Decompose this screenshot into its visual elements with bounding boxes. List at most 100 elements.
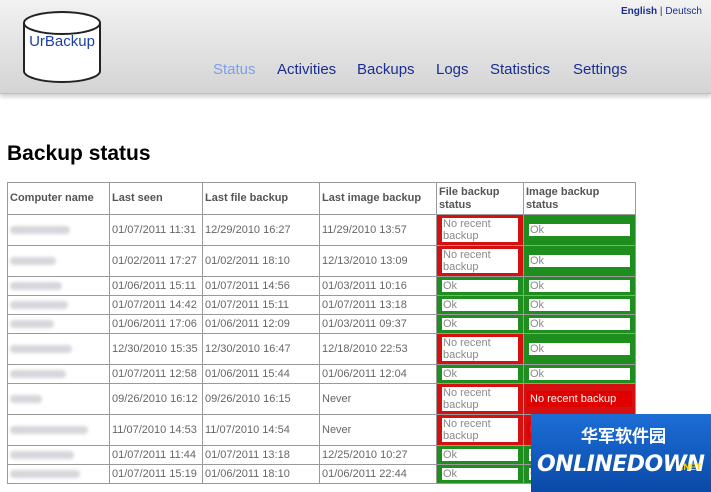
image-backup-status-cell: Ok [523, 314, 636, 334]
last-file-backup-cell: 01/06/2011 12:09 [202, 314, 320, 334]
nav-logs[interactable]: Logs [436, 61, 469, 78]
file-status-badge: Ok [440, 297, 520, 313]
computer-name-cell [7, 464, 110, 484]
page-title: Backup status [7, 142, 151, 165]
image-backup-status-cell: Ok [523, 245, 636, 277]
image-status-badge: No recent backup [527, 391, 632, 407]
watermark-english-text: ONLINEDOWN [537, 452, 705, 477]
computer-name-cell [7, 414, 110, 446]
blurred-computer-name [10, 226, 70, 235]
nav-statistics[interactable]: Statistics [490, 61, 550, 78]
image-backup-status-cell: No recent backup [523, 383, 636, 415]
image-backup-status-cell: Ok [523, 333, 636, 365]
lang-separator: | [659, 6, 663, 17]
last-image-backup-cell: 12/18/2010 22:53 [319, 333, 437, 365]
file-backup-status-cell: No recent backup [436, 383, 524, 415]
table-row[interactable]: 01/02/2011 17:27 01/02/2011 18:10 12/13/… [7, 245, 636, 277]
col-last-file-backup[interactable]: Last file backup [202, 182, 320, 215]
image-status-badge: Ok [527, 253, 632, 269]
last-seen-cell: 09/26/2010 16:12 [109, 383, 203, 415]
last-seen-cell: 01/07/2011 14:42 [109, 295, 203, 315]
computer-name-cell [7, 245, 110, 277]
last-image-backup-cell: 01/06/2011 12:04 [319, 364, 437, 384]
last-seen-cell: 11/07/2010 14:53 [109, 414, 203, 446]
last-file-backup-cell: 01/07/2011 13:18 [202, 445, 320, 465]
last-file-backup-cell: 01/07/2011 15:11 [202, 295, 320, 315]
last-file-backup-cell: 09/26/2010 16:15 [202, 383, 320, 415]
nav-settings[interactable]: Settings [573, 61, 627, 78]
file-status-badge: Ok [440, 278, 520, 294]
file-backup-status-cell: Ok [436, 445, 524, 465]
last-seen-cell: 01/07/2011 11:44 [109, 445, 203, 465]
image-status-badge: Ok [527, 297, 632, 313]
computer-name-cell [7, 364, 110, 384]
file-backup-status-cell: No recent backup [436, 414, 524, 446]
nav-status[interactable]: Status [213, 61, 256, 78]
last-file-backup-cell: 12/29/2010 16:27 [202, 214, 320, 246]
table-row[interactable]: 01/07/2011 12:58 01/06/2011 15:44 01/06/… [7, 364, 636, 384]
table-row[interactable]: 01/06/2011 15:11 01/07/2011 14:56 01/03/… [7, 276, 636, 296]
computer-name-cell [7, 333, 110, 365]
file-status-badge: No recent backup [440, 216, 520, 244]
last-image-backup-cell: 01/03/2011 10:16 [319, 276, 437, 296]
last-image-backup-cell: Never [319, 383, 437, 415]
image-backup-status-cell: Ok [523, 295, 636, 315]
computer-name-cell [7, 314, 110, 334]
watermark-net-text: .NET [681, 462, 702, 472]
computer-name-cell [7, 214, 110, 246]
last-image-backup-cell: 01/07/2011 13:18 [319, 295, 437, 315]
urbackup-logo[interactable]: UrBackup [22, 9, 102, 85]
last-image-backup-cell: Never [319, 414, 437, 446]
file-backup-status-cell: Ok [436, 295, 524, 315]
table-row[interactable]: 01/06/2011 17:06 01/06/2011 12:09 01/03/… [7, 314, 636, 334]
last-image-backup-cell: 01/03/2011 09:37 [319, 314, 437, 334]
blurred-computer-name [10, 282, 62, 291]
file-status-badge: No recent backup [440, 247, 520, 275]
col-file-backup-status[interactable]: File backup status [436, 182, 524, 215]
blurred-computer-name [10, 470, 80, 479]
last-image-backup-cell: 11/29/2010 13:57 [319, 214, 437, 246]
nav-activities[interactable]: Activities [277, 61, 336, 78]
nav-backups[interactable]: Backups [357, 61, 415, 78]
last-seen-cell: 01/06/2011 17:06 [109, 314, 203, 334]
logo-text: UrBackup [29, 33, 95, 50]
last-file-backup-cell: 01/07/2011 14:56 [202, 276, 320, 296]
lang-english[interactable]: English [621, 6, 657, 17]
last-seen-cell: 12/30/2010 15:35 [109, 333, 203, 365]
col-last-image-backup[interactable]: Last image backup [319, 182, 437, 215]
table-row[interactable]: 01/07/2011 11:31 12/29/2010 16:27 11/29/… [7, 214, 636, 246]
blurred-computer-name [10, 395, 42, 404]
file-backup-status-cell: No recent backup [436, 214, 524, 246]
last-image-backup-cell: 01/06/2011 22:44 [319, 464, 437, 484]
language-switcher: English | Deutsch [621, 6, 702, 17]
col-computer-name[interactable]: Computer name [7, 182, 110, 215]
computer-name-cell [7, 445, 110, 465]
file-status-badge: No recent backup [440, 416, 520, 444]
image-status-badge: Ok [527, 341, 632, 357]
table-row[interactable]: 09/26/2010 16:12 09/26/2010 16:15 Never … [7, 383, 636, 415]
image-backup-status-cell: Ok [523, 276, 636, 296]
blurred-computer-name [10, 370, 66, 379]
file-backup-status-cell: Ok [436, 314, 524, 334]
image-backup-status-cell: Ok [523, 214, 636, 246]
file-backup-status-cell: Ok [436, 276, 524, 296]
blurred-computer-name [10, 451, 74, 460]
col-last-seen[interactable]: Last seen [109, 182, 203, 215]
table-row[interactable]: 12/30/2010 15:35 12/30/2010 16:47 12/18/… [7, 333, 636, 365]
file-status-badge: No recent backup [440, 385, 520, 413]
table-row[interactable]: 01/07/2011 14:42 01/07/2011 15:11 01/07/… [7, 295, 636, 315]
file-status-badge: Ok [440, 316, 520, 332]
col-image-backup-status[interactable]: Image backup status [523, 182, 636, 215]
last-file-backup-cell: 12/30/2010 16:47 [202, 333, 320, 365]
computer-name-cell [7, 295, 110, 315]
last-file-backup-cell: 01/06/2011 15:44 [202, 364, 320, 384]
computer-name-cell [7, 276, 110, 296]
last-seen-cell: 01/07/2011 11:31 [109, 214, 203, 246]
blurred-computer-name [10, 301, 68, 310]
lang-deutsch[interactable]: Deutsch [665, 6, 702, 17]
blurred-computer-name [10, 426, 88, 435]
file-status-badge: Ok [440, 466, 520, 482]
watermark-chinese-text: 华军软件园 [581, 427, 666, 447]
last-file-backup-cell: 01/06/2011 18:10 [202, 464, 320, 484]
last-file-backup-cell: 11/07/2010 14:54 [202, 414, 320, 446]
